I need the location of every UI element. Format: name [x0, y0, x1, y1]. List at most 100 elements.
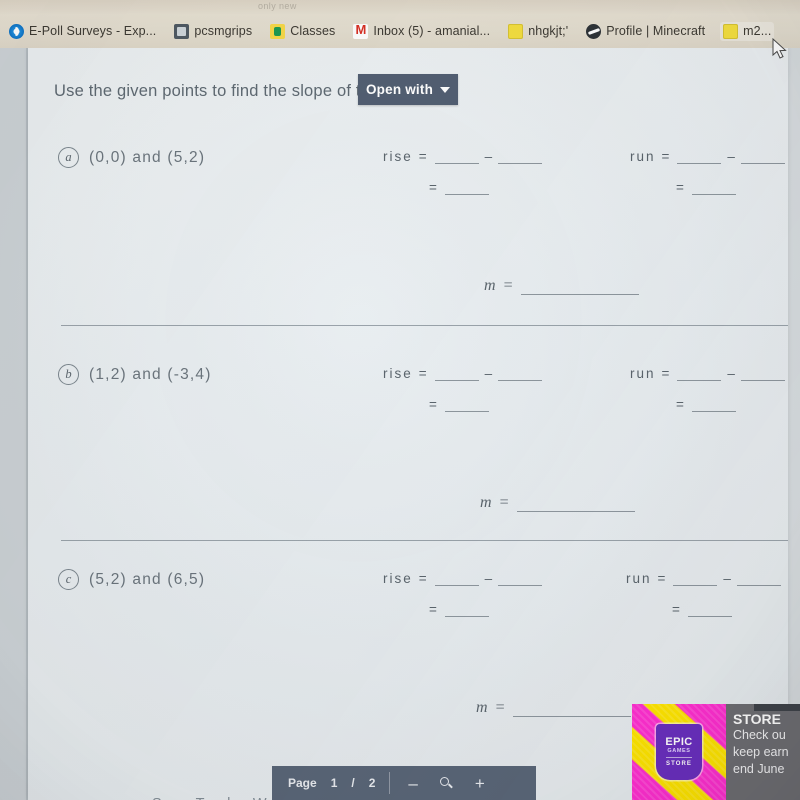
problem-a-rise-block: rise = – = — [383, 149, 543, 195]
bookmark-item-e-poll-surveys[interactable]: E-Poll Surveys - Exp... — [6, 22, 159, 41]
epic-logo-bottom: STORE — [665, 761, 693, 768]
bookmark-label: Classes — [290, 24, 336, 38]
problem-b-rise-block: rise = – = — [383, 366, 543, 412]
bookmark-item-nhgkjt[interactable]: nhgkjt;' — [505, 22, 571, 41]
problem-b-run-block: run = – = — [630, 366, 785, 412]
bookmark-item-profile-minecraft[interactable]: Profile | Minecraft — [583, 22, 708, 41]
viewer-left-gutter — [0, 48, 26, 800]
run-blank-1[interactable] — [673, 573, 718, 586]
rise-blank-2[interactable] — [498, 573, 543, 586]
ad-line-2: keep earn — [733, 744, 789, 759]
run-label: run — [630, 366, 656, 381]
run-label: run — [626, 571, 652, 586]
equals-sign: = — [429, 180, 439, 195]
run-label: run — [630, 149, 656, 164]
run-blank-1[interactable] — [677, 151, 722, 164]
rise-blank-1[interactable] — [434, 368, 479, 381]
top-strip-faint-text: only new — [258, 1, 297, 11]
minus-sign: – — [484, 149, 493, 164]
minus-sign: – — [484, 571, 493, 586]
problem-c-slope-line: m = — [476, 699, 631, 717]
minus-sign: – — [727, 149, 735, 164]
problem-c-rise-block: rise = – = — [383, 571, 543, 617]
equals-sign: = — [503, 277, 513, 294]
problem-letter: a — [58, 147, 79, 168]
slope-answer-blank[interactable] — [516, 499, 635, 512]
run-result-blank[interactable] — [687, 604, 732, 617]
pdf-bottom-toolbar[interactable]: Page 1 / 2 – + — [272, 766, 536, 800]
rise-blank-2[interactable] — [498, 151, 543, 164]
run-result-blank[interactable] — [691, 182, 736, 195]
problem-points: (1,2) and (-3,4) — [89, 365, 212, 383]
rise-result-blank[interactable] — [444, 182, 489, 195]
equals-sign: = — [676, 397, 686, 412]
problem-letter: b — [58, 364, 79, 385]
run-blank-2[interactable] — [736, 573, 781, 586]
ad-line-1: Check ou — [733, 728, 786, 743]
problem-a-label: a (0,0) and (5,2) — [58, 147, 205, 168]
bookmarks-bar[interactable]: E-Poll Surveys - Exp... pcsmgrips Classe… — [0, 14, 800, 48]
rise-label: rise — [383, 149, 413, 164]
bookmark-label: nhgkjt;' — [528, 24, 569, 38]
section-divider — [61, 325, 788, 327]
equals-sign: = — [657, 571, 668, 586]
bookmark-item-inbox[interactable]: Inbox (5) - amanial... — [350, 22, 493, 41]
equals-sign: = — [676, 180, 686, 195]
equals-sign: = — [429, 602, 439, 617]
zoom-in-button[interactable]: + — [475, 775, 485, 792]
equals-sign: = — [429, 397, 439, 412]
screen-photo: only new E-Poll Surveys - Exp... pcsmgri… — [0, 0, 800, 800]
rise-blank-1[interactable] — [434, 151, 479, 164]
open-with-button[interactable]: Open with — [358, 74, 458, 105]
problem-a-run-block: run = – = — [630, 149, 785, 195]
worksheet-page: Use the given points to find the slope o… — [28, 48, 788, 800]
zoom-out-button[interactable]: – — [408, 775, 417, 792]
equals-sign: = — [418, 571, 429, 586]
bookmark-item-m2[interactable]: m2... — [720, 21, 775, 41]
browser-top-strip: only new — [0, 0, 800, 14]
yellow-page-icon — [723, 23, 739, 39]
slope-answer-blank[interactable] — [520, 282, 639, 295]
yellow-page-icon — [508, 23, 524, 39]
rise-blank-1[interactable] — [434, 573, 479, 586]
epic-games-store-ad[interactable]: EPIC GAMES STORE STORE Check ou keep ear… — [632, 704, 800, 800]
epic-logo-rule — [666, 757, 692, 759]
current-page-value[interactable]: 1 — [331, 776, 338, 790]
google-classroom-icon — [270, 23, 286, 39]
slope-answer-blank[interactable] — [512, 704, 631, 717]
bookmark-item-classes[interactable]: Classes — [267, 22, 338, 41]
rise-blank-2[interactable] — [498, 368, 543, 381]
run-blank-2[interactable] — [740, 151, 785, 164]
rise-result-blank[interactable] — [444, 399, 489, 412]
magnifier-icon[interactable] — [439, 776, 453, 790]
problem-b-label: b (1,2) and (-3,4) — [58, 364, 212, 385]
ad-close-strip[interactable] — [754, 704, 800, 711]
bookmark-item-pcsmgrips[interactable]: pcsmgrips — [171, 22, 255, 41]
m-label: m — [480, 494, 492, 511]
equals-sign: = — [418, 366, 429, 381]
minus-sign: – — [727, 366, 735, 381]
equals-sign: = — [418, 149, 429, 164]
run-blank-2[interactable] — [740, 368, 785, 381]
run-blank-1[interactable] — [677, 368, 722, 381]
edge-circle-icon — [9, 23, 24, 39]
rise-result-blank[interactable] — [444, 604, 489, 617]
problem-c-label: c (5,2) and (6,5) — [58, 569, 205, 590]
bookmark-label: Profile | Minecraft — [606, 24, 706, 38]
minus-sign: – — [723, 571, 731, 586]
bookmark-label: E-Poll Surveys - Exp... — [29, 24, 157, 38]
ad-line-3: end June — [733, 761, 785, 776]
problem-points: (5,2) and (6,5) — [89, 570, 206, 588]
ad-text-body: STORE Check ou keep earn end June — [726, 704, 800, 800]
problem-letter: c — [58, 569, 79, 590]
epic-games-logo-icon: EPIC GAMES STORE — [656, 724, 702, 780]
ad-title: STORE — [733, 711, 781, 727]
run-result-blank[interactable] — [691, 399, 736, 412]
epic-logo-sub: GAMES — [667, 747, 691, 754]
problem-b-slope-line: m = — [480, 494, 635, 512]
pdf-viewer-content: Use the given points to find the slope o… — [0, 48, 800, 800]
mouse-cursor-icon — [772, 38, 787, 59]
equals-sign: = — [661, 149, 672, 164]
minus-sign: – — [484, 366, 493, 381]
gmail-icon — [353, 23, 369, 39]
